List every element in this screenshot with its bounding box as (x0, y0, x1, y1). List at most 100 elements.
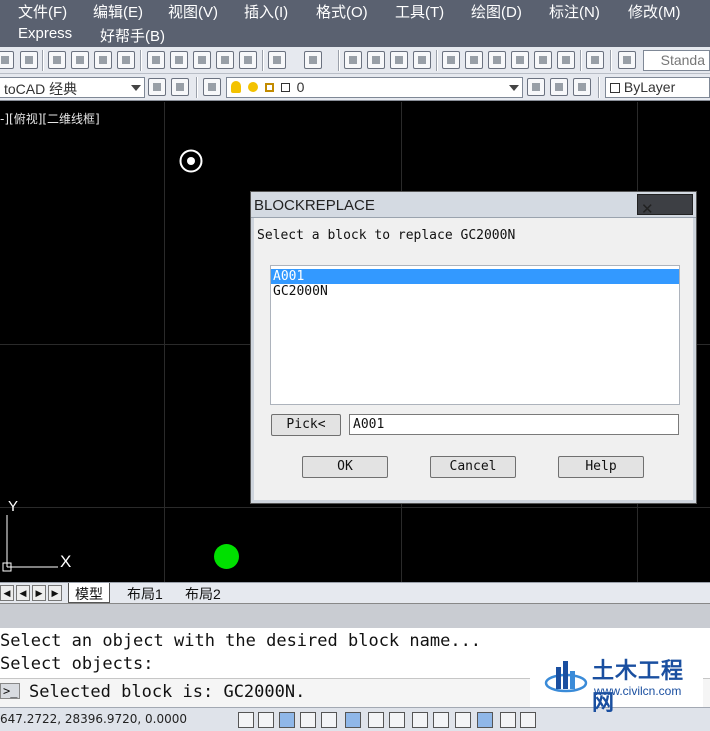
pick-button[interactable]: Pick< (271, 414, 341, 436)
color-combo[interactable]: ByLayer (605, 77, 710, 98)
dialog-title-bar[interactable]: BLOCKREPLACE ✕ (251, 192, 696, 218)
prev-tab-icon[interactable]: ◀ (16, 585, 30, 601)
menu-insert[interactable]: 插入(I) (244, 0, 288, 22)
tab-layout2[interactable]: 布局2 (179, 583, 227, 603)
tab-model[interactable]: 模型 (68, 583, 110, 603)
ducs-icon[interactable] (412, 712, 428, 728)
tab-layout1[interactable]: 布局1 (121, 583, 169, 603)
sheet-set-icon[interactable] (511, 51, 529, 69)
menu-edit[interactable]: 编辑(E) (93, 0, 143, 22)
next-tab-icon[interactable]: ▶ (32, 585, 46, 601)
3d-osnap-icon[interactable] (368, 712, 384, 728)
watermark-url: www.civilcn.com (594, 684, 682, 698)
menu-file[interactable]: 文件(F) (18, 0, 67, 22)
layer-previous-icon[interactable] (550, 78, 568, 96)
lightbulb-icon[interactable] (231, 81, 241, 93)
block-symbol[interactable] (178, 148, 204, 174)
dialog-title: BLOCKREPLACE (254, 197, 375, 214)
menu-view[interactable]: 视图(V) (168, 0, 218, 22)
menu-dimension[interactable]: 标注(N) (549, 0, 600, 22)
transparency-icon[interactable] (477, 712, 493, 728)
standard-toolbar: Standa (0, 47, 710, 74)
cut-icon[interactable] (147, 51, 165, 69)
list-item[interactable]: A001 (271, 269, 679, 284)
osnap-icon[interactable] (345, 712, 361, 728)
zoom-window-icon[interactable] (390, 51, 408, 69)
menu-tools[interactable]: 工具(T) (395, 0, 444, 22)
make-current-layer-icon[interactable] (527, 78, 545, 96)
block-list[interactable]: A001 GC2000N (270, 265, 680, 405)
menu-draw[interactable]: 绘图(D) (471, 0, 522, 22)
copy-icon[interactable] (170, 51, 188, 69)
infer-constraints-icon[interactable] (238, 712, 254, 728)
lineweight-icon[interactable] (455, 712, 471, 728)
save-icon[interactable] (20, 51, 38, 69)
otrack-icon[interactable] (389, 712, 405, 728)
block-editor-icon[interactable] (239, 51, 257, 69)
command-current-line: Selected block is: GC2000N. (29, 682, 306, 702)
first-tab-icon[interactable]: ◀ (0, 585, 14, 601)
zoom-previous-icon[interactable] (413, 51, 431, 69)
layer-states-icon[interactable] (573, 78, 591, 96)
grid-icon[interactable] (279, 712, 295, 728)
chevron-down-icon (509, 85, 519, 91)
properties-icon[interactable] (442, 51, 460, 69)
toolbar-divider (196, 77, 198, 98)
close-icon: ✕ (641, 201, 654, 218)
polar-icon[interactable] (321, 712, 337, 728)
menu-format[interactable]: 格式(O) (316, 0, 368, 22)
last-tab-icon[interactable]: ▶ (48, 585, 62, 601)
print-icon[interactable] (48, 51, 66, 69)
calculator-icon[interactable] (557, 51, 575, 69)
dyn-icon[interactable] (433, 712, 449, 728)
ortho-icon[interactable] (300, 712, 316, 728)
layer-manager-icon[interactable] (203, 78, 221, 96)
lock-icon[interactable] (264, 83, 274, 92)
quick-properties-icon[interactable] (500, 712, 516, 728)
cancel-button[interactable]: Cancel (430, 456, 516, 478)
redo-icon[interactable] (304, 51, 322, 69)
color-swatch (610, 83, 620, 93)
menu-express[interactable]: Express (18, 24, 72, 42)
menu-bar: 文件(F) 编辑(E) 视图(V) 插入(I) 格式(O) 工具(T) 绘图(D… (0, 0, 710, 47)
green-point-marker[interactable] (214, 544, 239, 569)
zoom-realtime-icon[interactable] (367, 51, 385, 69)
plot-icon[interactable] (94, 51, 112, 69)
toolbar-divider (140, 50, 142, 71)
match-properties-icon[interactable] (216, 51, 234, 69)
menu-modify[interactable]: 修改(M) (628, 0, 681, 22)
block-name-field[interactable]: A001 (349, 414, 679, 435)
open-icon[interactable] (0, 51, 14, 69)
publish-icon[interactable] (117, 51, 135, 69)
command-window-header[interactable] (0, 603, 710, 628)
menu-helper[interactable]: 好帮手(B) (100, 24, 165, 46)
help-button[interactable]: Help (558, 456, 644, 478)
command-history-line: Select an object with the desired block … (0, 631, 482, 651)
ok-button[interactable]: OK (302, 456, 388, 478)
layer-combo-value: 0 (296, 79, 305, 95)
design-center-icon[interactable] (465, 51, 483, 69)
selection-cycling-icon[interactable] (520, 712, 536, 728)
layer-combo[interactable]: 0 (226, 77, 523, 98)
my-workspace-icon[interactable] (171, 78, 189, 96)
sun-icon[interactable] (247, 82, 258, 92)
paste-icon[interactable] (193, 51, 211, 69)
undo-icon[interactable] (268, 51, 286, 69)
workspace-combo-value: toCAD 经典 (4, 81, 78, 97)
workspace-combo[interactable]: toCAD 经典 (0, 77, 145, 98)
help-icon[interactable] (586, 51, 604, 69)
close-button[interactable]: ✕ (637, 194, 693, 218)
workspace-settings-icon[interactable] (148, 78, 166, 96)
print-preview-icon[interactable] (71, 51, 89, 69)
text-style-combo[interactable]: Standa (643, 50, 710, 71)
coordinate-readout[interactable]: 647.2722, 28396.9720, 0.0000 (0, 712, 187, 726)
pan-icon[interactable] (344, 51, 362, 69)
tool-palettes-icon[interactable] (488, 51, 506, 69)
markup-icon[interactable] (534, 51, 552, 69)
list-item[interactable]: GC2000N (271, 284, 679, 299)
toolbar-divider (262, 50, 264, 71)
toolbar-divider (610, 50, 612, 71)
viewport-label[interactable]: -][俯视][二维线框] (0, 110, 100, 127)
text-style-icon[interactable] (618, 51, 636, 69)
snap-icon[interactable] (258, 712, 274, 728)
